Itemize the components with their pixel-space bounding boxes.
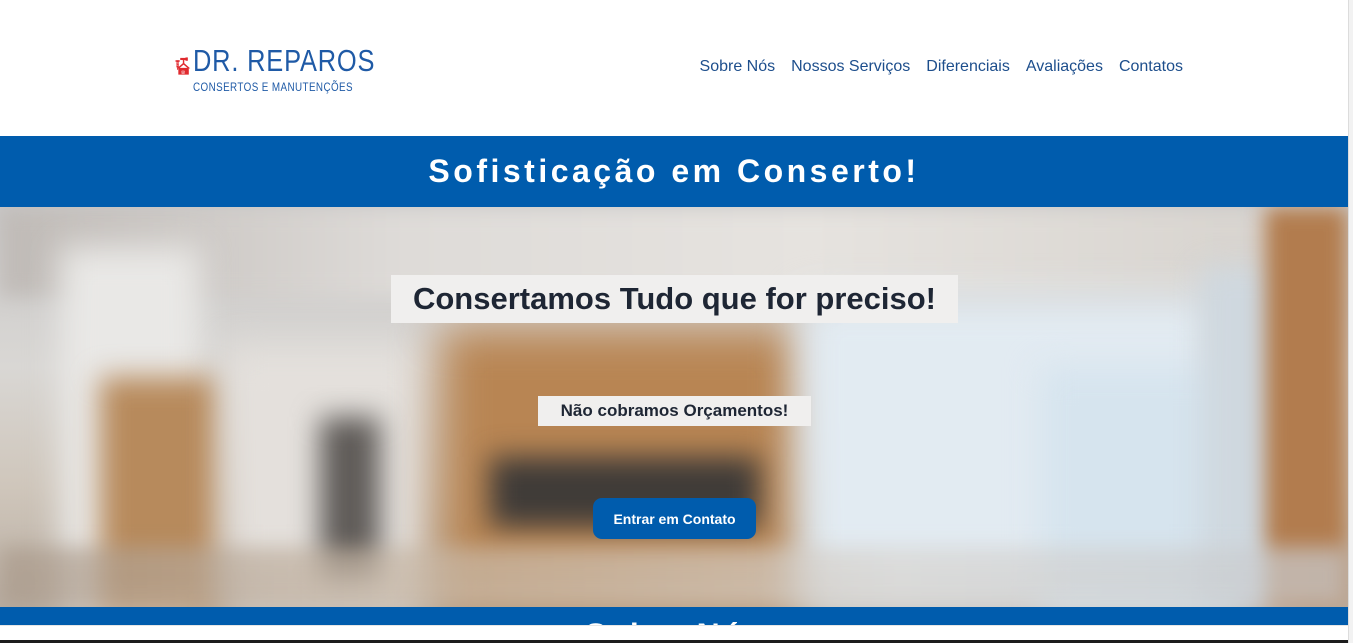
page-bottom-edge (0, 625, 1353, 643)
hero-subheadline-box: Não cobramos Orçamentos! (538, 396, 811, 426)
scrollbar[interactable] (1348, 0, 1353, 643)
contact-button[interactable]: Entrar em Contato (593, 498, 756, 539)
site-header: DR. REPAROS CONSERTOS E MANUTENÇÕES Sobr… (0, 0, 1348, 136)
hero-section: Consertamos Tudo que for preciso! Não co… (0, 207, 1348, 607)
nav-link-contatos[interactable]: Contatos (1119, 58, 1183, 76)
tagline-banner: Sofisticação em Conserto! (0, 136, 1348, 207)
logo-title: DR. REPAROS (192, 43, 375, 78)
logo-subtitle: CONSERTOS E MANUTENÇÕES (192, 80, 353, 94)
hero-headline-box: Consertamos Tudo que for preciso! (391, 275, 958, 323)
house-hammer-icon (175, 57, 191, 75)
hero-background-floor (0, 547, 1348, 607)
nav-link-avaliacoes[interactable]: Avaliações (1026, 58, 1103, 76)
banner-title: Sofisticação em Conserto! (428, 153, 920, 189)
nav-link-sobre-nos[interactable]: Sobre Nós (700, 58, 776, 76)
hero-headline: Consertamos Tudo que for preciso! (412, 281, 937, 316)
main-nav: Sobre Nós Nossos Serviços Diferenciais A… (700, 58, 1183, 76)
logo-text: DR. REPAROS CONSERTOS E MANUTENÇÕES (193, 28, 415, 94)
nav-link-diferenciais[interactable]: Diferenciais (926, 58, 1010, 76)
nav-link-nossos-servicos[interactable]: Nossos Serviços (791, 58, 910, 76)
logo[interactable]: DR. REPAROS CONSERTOS E MANUTENÇÕES (175, 28, 415, 106)
contact-button-label: Entrar em Contato (613, 510, 736, 527)
hero-subheadline: Não cobramos Orçamentos! (560, 401, 789, 420)
